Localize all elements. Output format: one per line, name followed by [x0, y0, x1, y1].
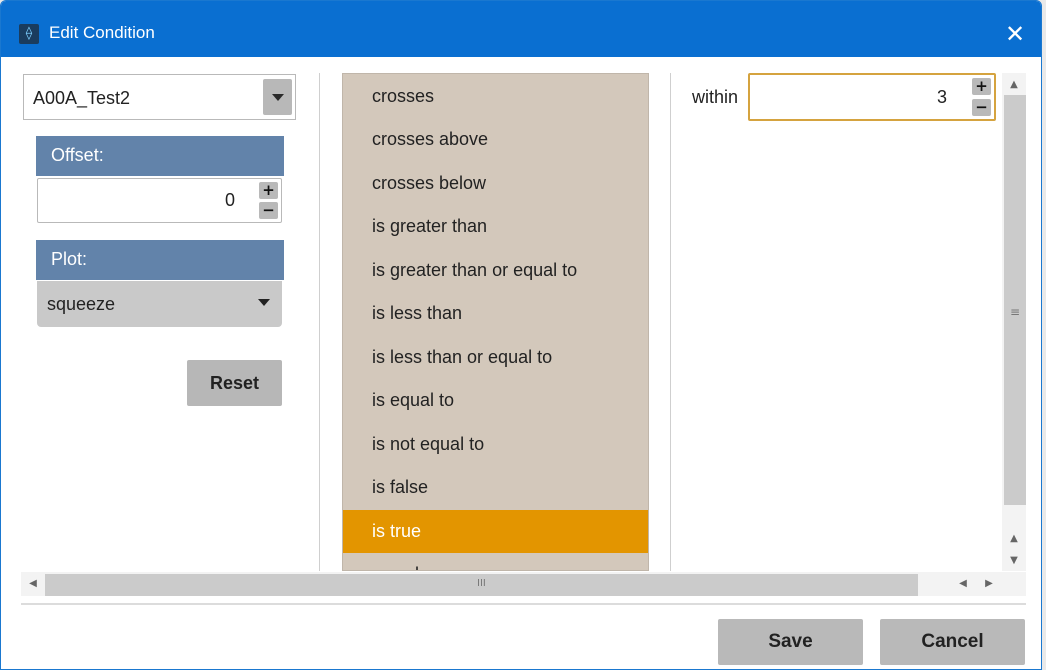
operator-item[interactable]: as value: [343, 553, 648, 570]
within-decrement-button[interactable]: −: [972, 99, 991, 116]
footer-divider: [21, 603, 1026, 605]
within-increment-button[interactable]: +: [972, 78, 991, 95]
chevron-down-icon: [271, 94, 284, 101]
dialog-title: Edit Condition: [49, 23, 155, 42]
horizontal-scrollbar[interactable]: ◀ III ◀ ▶: [21, 572, 1026, 596]
within-stepper[interactable]: 3 + −: [748, 73, 996, 121]
operator-item[interactable]: crosses below: [343, 162, 648, 205]
grip-icon: III: [477, 578, 486, 589]
plot-header: Plot:: [36, 240, 284, 280]
scroll-up-icon[interactable]: ▲: [1002, 533, 1026, 544]
within-value[interactable]: 3: [937, 87, 947, 108]
operator-item[interactable]: is false: [343, 466, 648, 509]
reset-button[interactable]: Reset: [187, 360, 282, 406]
offset-header: Offset:: [36, 136, 284, 176]
series-dropdown-button[interactable]: [263, 79, 292, 115]
within-label: within: [692, 87, 739, 107]
operator-item[interactable]: is greater than: [343, 205, 648, 248]
operator-item[interactable]: is less than: [343, 292, 648, 335]
scroll-left-icon[interactable]: ◀: [21, 578, 45, 589]
offset-stepper[interactable]: 0 + −: [37, 178, 282, 223]
operator-item[interactable]: is not equal to: [343, 423, 648, 466]
horizontal-scroll-thumb[interactable]: III: [45, 574, 918, 596]
scroll-up-icon[interactable]: ▲: [1002, 79, 1026, 90]
plot-header-label: Plot:: [51, 249, 88, 269]
vertical-scrollbar[interactable]: ▲ ≡ ▲ ▼: [1002, 73, 1026, 571]
offset-increment-button[interactable]: +: [259, 182, 278, 199]
offset-decrement-button[interactable]: −: [259, 202, 278, 219]
series-select-value: A00A_Test2: [33, 88, 131, 108]
column-divider: [670, 73, 671, 571]
close-icon[interactable]: ✕: [989, 11, 1041, 57]
series-select[interactable]: A00A_Test2: [23, 74, 296, 120]
operator-item[interactable]: is equal to: [343, 379, 648, 422]
edit-condition-dialog: ⟠ Edit Condition ✕ A00A_Test2 Offset: 0 …: [0, 0, 1042, 670]
scroll-down-icon[interactable]: ▼: [1002, 555, 1026, 566]
scroll-right-icon[interactable]: ▶: [977, 578, 1001, 589]
operator-item[interactable]: crosses above: [343, 118, 648, 161]
app-logo-icon: ⟠: [19, 24, 39, 44]
grip-icon: ≡: [1010, 305, 1021, 319]
vertical-scroll-thumb[interactable]: ≡: [1004, 95, 1026, 505]
column-divider: [319, 73, 320, 571]
offset-value[interactable]: 0: [225, 190, 235, 211]
plot-select-value: squeeze: [47, 294, 116, 314]
operator-item[interactable]: is less than or equal to: [343, 336, 648, 379]
save-button[interactable]: Save: [718, 619, 863, 665]
cancel-button[interactable]: Cancel: [880, 619, 1025, 665]
operator-item[interactable]: crosses: [343, 75, 648, 118]
operator-item[interactable]: is greater than or equal to: [343, 249, 648, 292]
plot-select[interactable]: squeeze: [37, 281, 282, 327]
scroll-left-icon[interactable]: ◀: [951, 578, 975, 589]
operator-item-selected[interactable]: is true: [343, 510, 648, 553]
chevron-down-icon: [258, 299, 270, 306]
offset-header-label: Offset:: [51, 145, 104, 165]
operator-list[interactable]: crosses crosses above crosses below is g…: [342, 73, 649, 571]
title-bar: ⟠ Edit Condition ✕: [1, 1, 1041, 57]
